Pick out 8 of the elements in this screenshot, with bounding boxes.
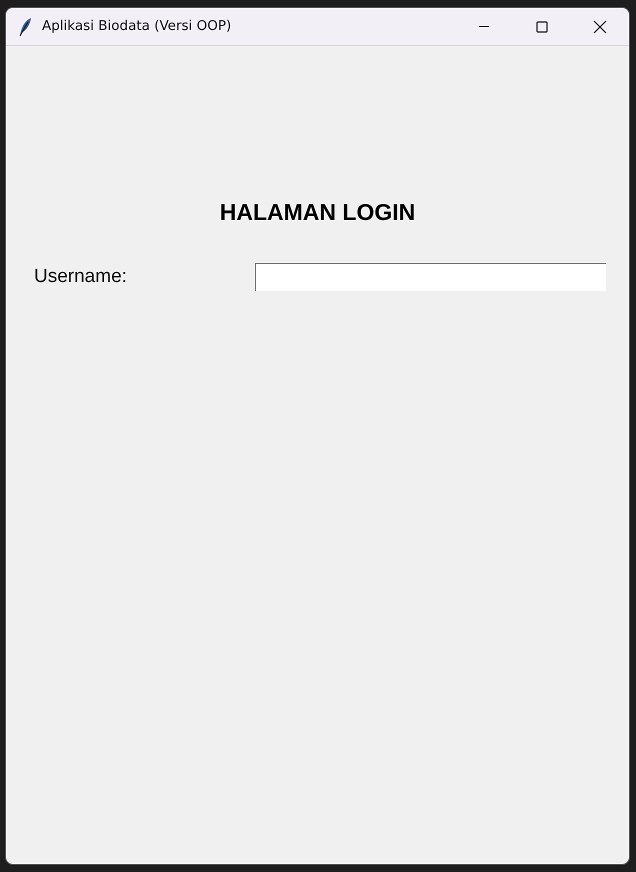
window-title: Aplikasi Biodata (Versi OOP) (42, 17, 232, 36)
page-heading: HALAMAN LOGIN (218, 201, 416, 224)
field-label: Username: (34, 265, 128, 289)
feather-icon (18, 16, 32, 36)
username-field[interactable] (255, 263, 606, 292)
maximize-icon (536, 20, 548, 32)
close-icon (593, 20, 607, 34)
minimize-icon (479, 26, 489, 27)
